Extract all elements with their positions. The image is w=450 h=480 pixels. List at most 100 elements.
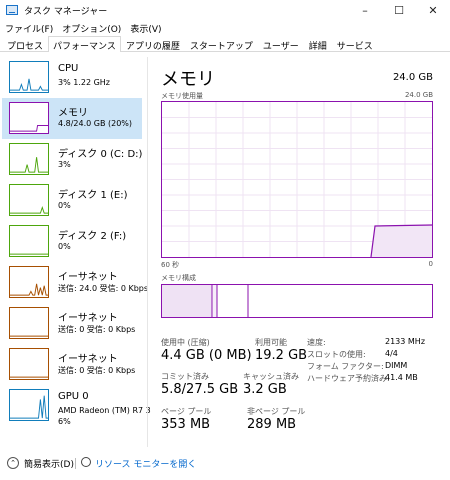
footer: ⌃ 簡易表示(D) リソース モニターを開く <box>0 452 450 474</box>
sidebar-item-name: イーサネット <box>58 272 118 283</box>
sidebar-item-name: イーサネット <box>58 354 118 365</box>
sidebar-thumbnail-graph <box>9 307 49 339</box>
memory-composition-graph <box>161 284 433 318</box>
minimize-button[interactable]: – <box>348 0 382 20</box>
tab-services[interactable]: サービス <box>332 36 378 52</box>
sparkline-path <box>10 395 48 419</box>
time-axis-label: 60 秒 <box>161 261 180 269</box>
sidebar-sparkline <box>10 125 48 132</box>
memory-usage-graph-canvas <box>162 102 433 258</box>
sidebar-sparkline <box>10 253 48 255</box>
available-label: 利用可能 <box>255 338 287 347</box>
sidebar-item-5[interactable]: イーサネット 送信: 24.0 受信: 0 Kbps <box>2 262 148 303</box>
sidebar-item-name: イーサネット <box>58 313 118 324</box>
usage-graph-label: メモリ使用量 <box>161 92 203 100</box>
task-manager-icon <box>6 5 18 15</box>
hardware-reserved-label: ハードウェア予約済み: <box>307 374 390 383</box>
sidebar-thumbnail-graph <box>9 225 49 257</box>
memory-usage-graph <box>161 101 433 258</box>
footer-divider <box>75 458 76 469</box>
sidebar-item-subtitle: 送信: 0 受信: 0 Kbps <box>58 366 136 375</box>
cached-value: 3.2 GB <box>243 382 287 397</box>
sidebar-sparkline <box>10 283 48 296</box>
sidebar-thumbnail-graph <box>9 102 49 134</box>
menu-bar: ファイル(F) オプション(O) 表示(V) <box>0 20 450 36</box>
menu-options[interactable]: オプション(O) <box>62 22 121 35</box>
sidebar-item-8[interactable]: GPU 0 AMD Radeon (TM) R7 3 6% <box>2 385 151 426</box>
sidebar-sparkline <box>10 206 48 214</box>
sidebar-item-subtitle: AMD Radeon (TM) R7 3 <box>58 406 151 415</box>
time-axis-zero: 0 <box>428 260 433 268</box>
sparkline-path <box>10 206 48 214</box>
sidebar-item-3[interactable]: ディスク 1 (E:) 0% <box>2 180 142 221</box>
in-use-label: 使用中 (圧縮) <box>161 338 210 347</box>
resource-sidebar: CPU 3% 1.22 GHz メモリ 4.8/24.0 GB (20%) ディスク 0… <box>0 57 151 437</box>
chevron-up-icon[interactable]: ⌃ <box>7 457 19 469</box>
hardware-reserved-value: 41.4 MB <box>385 373 418 382</box>
sidebar-thumbnail-graph <box>9 61 49 93</box>
sidebar-item-name: ディスク 0 (C: D:) <box>58 149 143 160</box>
sidebar-item-name: GPU 0 <box>58 391 89 402</box>
sidebar-item-6[interactable]: イーサネット 送信: 0 受信: 0 Kbps <box>2 303 142 344</box>
sidebar-item-name: ディスク 2 (F:) <box>58 231 127 242</box>
sidebar-item-subtitle: 3% <box>58 160 71 169</box>
maximize-button[interactable]: ☐ <box>382 0 416 20</box>
sidebar-item-subtitle: 4.8/24.0 GB (20%) <box>58 119 133 128</box>
paged-pool-label: ページ プール <box>161 407 212 416</box>
sidebar-item-subtitle: 送信: 24.0 受信: 0 Kbps <box>58 284 149 293</box>
tab-startup[interactable]: スタートアップ <box>185 36 258 52</box>
sparkline-path <box>10 283 48 296</box>
sidebar-item-1[interactable]: メモリ 4.8/24.0 GB (20%) <box>2 98 142 139</box>
sidebar-item-subtitle: 送信: 0 受信: 0 Kbps <box>58 325 136 334</box>
usage-graph-max: 24.0 GB <box>404 91 433 99</box>
paged-pool-value: 353 MB <box>161 417 211 432</box>
sidebar-item-subtitle: 0% <box>58 242 71 251</box>
slots-label: スロットの使用: <box>307 350 366 359</box>
resource-monitor-icon <box>81 457 91 467</box>
sidebar-item-0[interactable]: CPU 3% 1.22 GHz <box>2 57 142 98</box>
sidebar-item-name: メモリ <box>58 108 88 119</box>
page-title: メモリ <box>161 69 215 90</box>
fewer-details-link[interactable]: 簡易表示(D) <box>24 457 74 470</box>
available-value: 19.2 GB <box>255 348 308 363</box>
window-title: タスク マネージャー <box>24 6 108 17</box>
tab-details[interactable]: 詳細 <box>304 36 332 52</box>
sidebar-item-name: CPU <box>58 63 79 74</box>
sidebar-sparkline <box>10 335 48 337</box>
sidebar-item-7[interactable]: イーサネット 送信: 0 受信: 0 Kbps <box>2 344 142 385</box>
sparkline-path <box>10 157 48 173</box>
close-button[interactable]: ✕ <box>416 0 450 20</box>
sidebar-sparkline <box>10 395 48 419</box>
sidebar-thumbnail-graph <box>9 266 49 298</box>
sidebar-thumbnail-graph <box>9 143 49 175</box>
sidebar-item-subtitle: 0% <box>58 201 71 210</box>
sidebar-item-4[interactable]: ディスク 2 (F:) 0% <box>2 221 142 262</box>
sidebar-item-name: ディスク 1 (E:) <box>58 190 128 201</box>
sidebar-sparkline <box>10 376 48 378</box>
tab-app-history[interactable]: アプリの履歴 <box>121 36 185 52</box>
nonpaged-pool-value: 289 MB <box>247 417 297 432</box>
sparkline-path <box>10 125 48 132</box>
title-bar: タスク マネージャー – ☐ ✕ <box>0 0 450 20</box>
in-use-value: 4.4 GB (0 MB) <box>161 348 252 363</box>
tab-processes[interactable]: プロセス <box>2 36 48 52</box>
speed-label: 速度: <box>307 338 326 347</box>
sidebar-item-2[interactable]: ディスク 0 (C: D:) 3% <box>2 139 142 180</box>
nonpaged-pool-label: 非ページ プール <box>247 407 306 416</box>
sparkline-path <box>10 78 48 91</box>
panel-divider <box>147 57 148 447</box>
window-controls: – ☐ ✕ <box>348 0 450 20</box>
tab-strip: プロセス パフォーマンス アプリの履歴 スタートアップ ユーザー 詳細 サービス <box>0 36 450 52</box>
menu-view[interactable]: 表示(V) <box>130 22 161 35</box>
memory-composition-canvas <box>162 285 249 317</box>
tab-users[interactable]: ユーザー <box>258 36 304 52</box>
sidebar-sparkline <box>10 157 48 173</box>
open-resource-monitor-link[interactable]: リソース モニターを開く <box>95 457 196 470</box>
tab-performance[interactable]: パフォーマンス <box>48 36 121 52</box>
composition-label: メモリ構成 <box>161 274 196 282</box>
menu-file[interactable]: ファイル(F) <box>5 22 53 35</box>
sidebar-sparkline <box>10 78 48 91</box>
form-factor-value: DIMM <box>385 361 408 370</box>
form-factor-label: フォーム ファクター: <box>307 362 384 371</box>
sidebar-item-subtitle-2: 6% <box>58 417 71 426</box>
